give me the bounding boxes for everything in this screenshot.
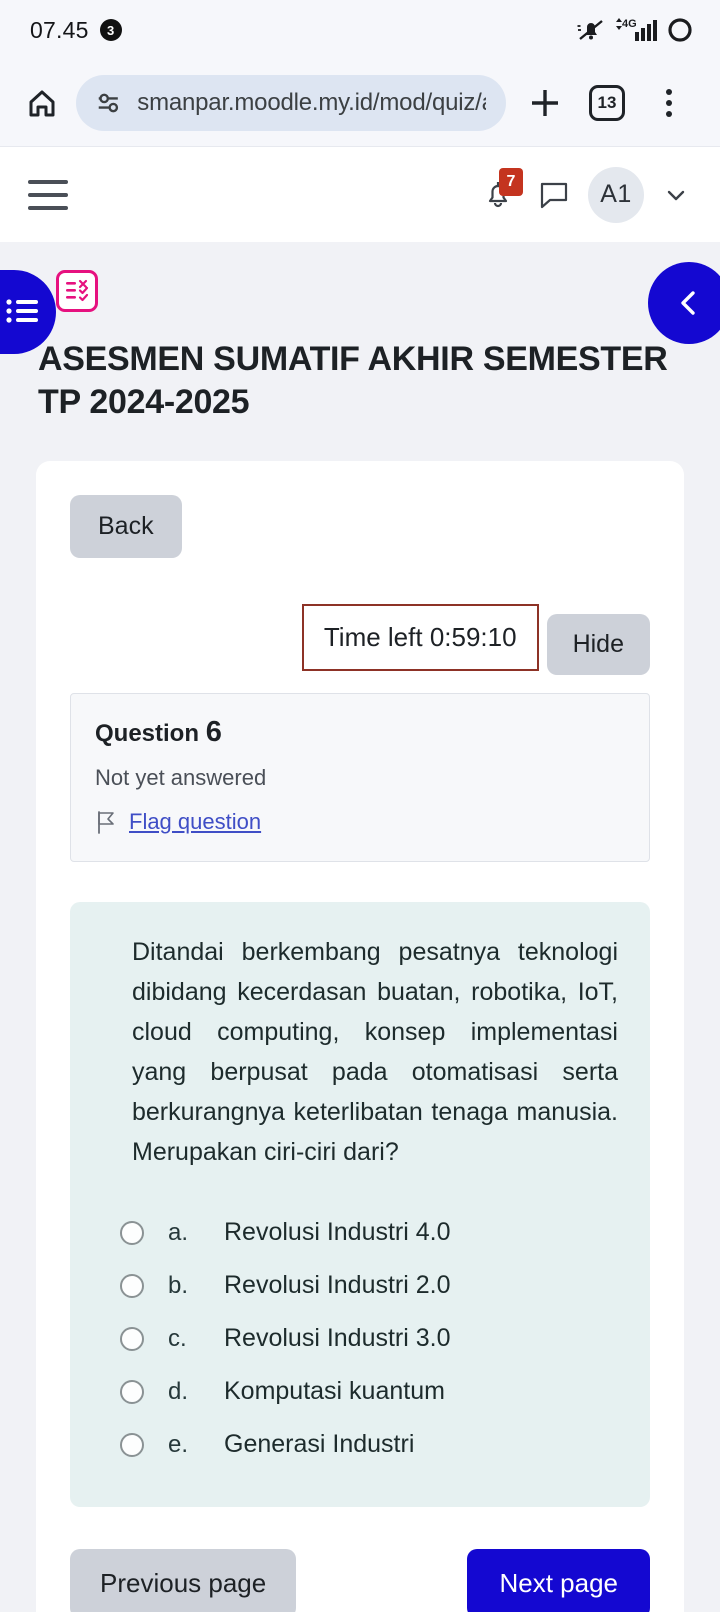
home-icon — [29, 90, 55, 117]
question-text: Ditandai berkembang pesatnya teknologi d… — [98, 932, 622, 1172]
status-notification-count: 3 — [99, 19, 122, 41]
speech-bubble-icon — [540, 182, 568, 208]
browser-toolbar: smanpar.moodle.my.id/mod/quiz/atte 13 — [0, 60, 720, 146]
page-body: ASESMEN SUMATIF AKHIR SEMESTER TP 2024-2… — [0, 262, 720, 1612]
hamburger-icon[interactable] — [28, 179, 68, 210]
answer-text: Revolusi Industri 4.0 — [224, 1218, 451, 1246]
answer-text: Revolusi Industri 3.0 — [224, 1324, 451, 1352]
answer-letter: d. — [168, 1377, 189, 1405]
question-text-tail: Merupakan ciri-ciri dari? — [132, 1138, 399, 1166]
avatar-initials: A1 — [600, 180, 632, 208]
quiz-timer-row: Time left 0:59:10 Hide — [70, 604, 650, 675]
kebab-menu-icon — [666, 89, 672, 117]
answer-options: a. Revolusi Industri 4.0 b. Revolusi Ind… — [98, 1206, 622, 1471]
answer-radio[interactable] — [120, 1273, 144, 1298]
answer-letter: c. — [168, 1324, 187, 1352]
moodle-navbar: 7 A1 — [0, 146, 720, 242]
chevron-left-icon — [681, 291, 695, 315]
block-drawer-toggle[interactable] — [648, 262, 720, 344]
flag-icon — [98, 811, 114, 834]
question-label: Question — [95, 720, 200, 747]
answer-option[interactable]: b. Revolusi Industri 2.0 — [120, 1259, 622, 1312]
notification-badge: 7 — [499, 167, 523, 196]
list-menu-icon — [6, 299, 38, 323]
plus-icon — [532, 90, 558, 116]
question-heading: Question 6 — [95, 716, 625, 749]
site-settings-icon — [98, 93, 119, 113]
quiz-activity-icon — [56, 270, 98, 312]
address-bar[interactable]: smanpar.moodle.my.id/mod/quiz/atte — [76, 75, 506, 131]
answer-text: Komputasi kuantum — [224, 1377, 445, 1405]
next-page-button[interactable]: Next page — [467, 1549, 650, 1612]
quiz-timer: Time left 0:59:10 — [301, 604, 539, 671]
answer-letter: a. — [168, 1218, 189, 1246]
status-bar-right: 4G — [576, 16, 694, 44]
tab-count-label: 13 — [589, 85, 625, 121]
status-bar-left: 07.45 3 — [30, 17, 122, 44]
answer-letter: e. — [168, 1430, 189, 1458]
home-button[interactable] — [14, 75, 70, 131]
notifications-button[interactable]: 7 — [476, 167, 523, 220]
question-body: Ditandai berkembang pesatnya teknologi d… — [70, 902, 650, 1507]
answer-option[interactable]: e. Generasi Industri — [120, 1418, 622, 1471]
answer-option[interactable]: c. Revolusi Industri 3.0 — [120, 1312, 622, 1365]
previous-page-button[interactable]: Previous page — [70, 1549, 297, 1612]
answer-radio[interactable] — [120, 1379, 144, 1404]
answer-text: Revolusi Industri 2.0 — [224, 1271, 451, 1299]
battery-circle-icon — [668, 18, 692, 42]
hide-timer-button[interactable]: Hide — [546, 614, 650, 675]
question-info-box: Question 6 Not yet answered Flag questio… — [70, 693, 650, 862]
question-number: 6 — [205, 716, 222, 748]
avatar[interactable]: A1 — [588, 166, 644, 223]
android-status-bar: 07.45 3 4G — [0, 0, 720, 60]
answer-radio[interactable] — [120, 1220, 144, 1245]
mute-bell-icon — [577, 20, 603, 40]
answer-option[interactable]: d. Komputasi kuantum — [120, 1365, 622, 1418]
quiz-checklist-icon — [66, 279, 89, 302]
answer-radio[interactable] — [120, 1326, 144, 1351]
navbar-actions: 7 A1 — [476, 166, 696, 223]
address-bar-url: smanpar.moodle.my.id/mod/quiz/atte — [137, 89, 486, 116]
answer-letter: b. — [168, 1271, 189, 1299]
chevron-down-icon — [667, 190, 685, 200]
quiz-navigation-buttons: Previous page Next page — [70, 1549, 650, 1612]
answer-option[interactable]: a. Revolusi Industri 4.0 — [120, 1206, 622, 1259]
flag-question-link[interactable]: Flag question — [129, 809, 261, 835]
quiz-attempt-card: Back Time left 0:59:10 Hide Question 6 N… — [36, 461, 684, 1612]
flag-question-row[interactable]: Flag question — [95, 809, 625, 835]
status-clock: 07.45 — [30, 16, 89, 43]
svg-text:4G: 4G — [622, 18, 637, 30]
tab-switcher-button[interactable]: 13 — [578, 74, 636, 132]
answer-radio[interactable] — [120, 1432, 144, 1457]
browser-menu-button[interactable] — [640, 74, 698, 132]
new-tab-button[interactable] — [516, 74, 574, 132]
question-text-main: Ditandai berkembang pesatnya teknologi d… — [132, 938, 618, 1126]
signal-4g-icon: 4G — [616, 18, 657, 41]
user-menu-button[interactable] — [656, 182, 696, 208]
page-title: ASESMEN SUMATIF AKHIR SEMESTER TP 2024-2… — [38, 340, 668, 421]
question-state: Not yet answered — [95, 765, 267, 790]
answer-text: Generasi Industri — [224, 1430, 415, 1458]
messages-button[interactable] — [532, 170, 576, 220]
back-button[interactable]: Back — [70, 495, 182, 558]
